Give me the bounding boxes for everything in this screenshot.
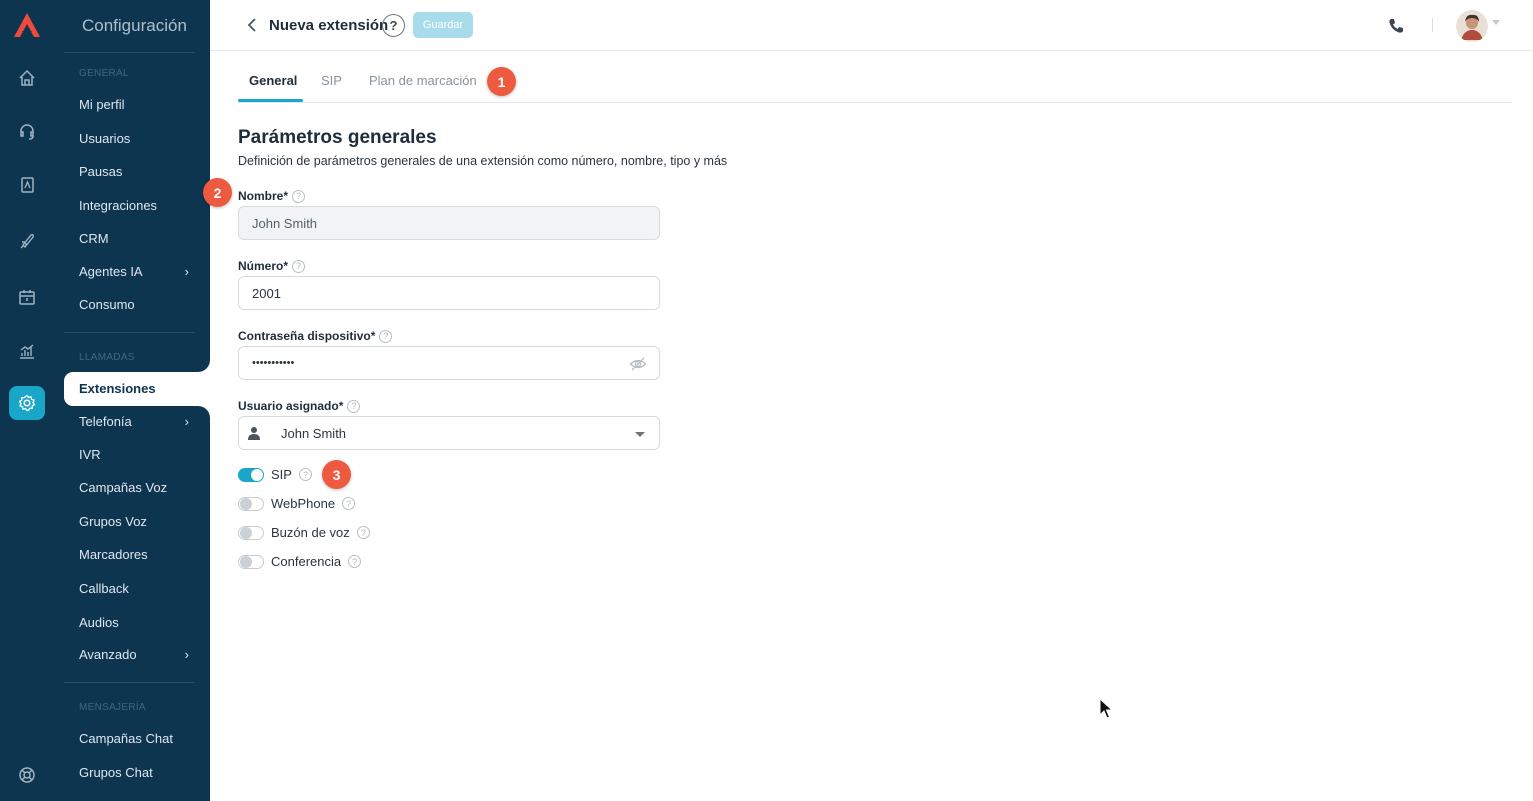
separator	[1432, 18, 1433, 32]
password-field[interactable]: •••••••••••	[238, 346, 660, 380]
user-icon	[247, 426, 261, 440]
support-lifebuoy-icon[interactable]	[9, 758, 45, 792]
nav-item-usuarios[interactable]: Usuarios	[79, 131, 189, 146]
settings-icon[interactable]	[9, 386, 45, 420]
toggle-conferencia[interactable]	[238, 554, 264, 569]
rocket-icon[interactable]	[9, 224, 45, 258]
help-icon[interactable]: ?	[292, 189, 306, 203]
nav-item-telefonia[interactable]: Telefonía ›	[79, 414, 189, 429]
phone-icon[interactable]	[1386, 16, 1406, 36]
help-icon[interactable]: ?	[342, 497, 356, 510]
toggle-conferencia-row: Conferencia ?	[238, 554, 362, 569]
toggle-sip[interactable]	[238, 467, 264, 482]
help-icon[interactable]: ?	[379, 329, 393, 343]
step-badge: 2	[203, 178, 232, 207]
toggle-webphone[interactable]	[238, 496, 264, 511]
avatar[interactable]	[1456, 10, 1488, 42]
back-arrow-icon[interactable]	[244, 16, 262, 34]
tab-active-indicator	[238, 99, 303, 102]
chevron-down-icon[interactable]	[1492, 20, 1500, 25]
nav-item-ivr[interactable]: IVR	[79, 447, 189, 462]
tab-sip[interactable]: SIP	[321, 73, 342, 88]
calendar-icon[interactable]	[9, 280, 45, 314]
nav-item-pausas[interactable]: Pausas	[79, 164, 189, 179]
nav-item-consumo[interactable]: Consumo	[79, 297, 189, 312]
chevron-right-icon: ›	[184, 647, 189, 662]
nav-title: Configuración	[82, 16, 187, 35]
home-icon[interactable]	[9, 61, 45, 95]
chevron-down-icon	[635, 432, 645, 437]
tab-general[interactable]: General	[249, 73, 297, 88]
help-icon[interactable]: ?	[347, 399, 361, 413]
nav-item-campanas-voz[interactable]: Campañas Voz	[79, 480, 189, 495]
nav-item-mi-perfil[interactable]: Mi perfil	[79, 97, 189, 112]
save-button[interactable]: Guardar	[413, 12, 473, 38]
nav-active-notch	[190, 352, 210, 372]
nav-section-mensajeria: MENSAJERÍA	[79, 702, 146, 713]
password-label: Contraseña dispositivo* ?	[238, 329, 393, 343]
nav-section-llamadas: LLAMADAS	[79, 352, 135, 363]
section-title: Parámetros generales	[238, 127, 437, 148]
help-icon[interactable]: ?	[298, 468, 312, 481]
user-label: Usuario asignado* ?	[238, 399, 361, 413]
step-badge: 1	[487, 67, 516, 96]
headset-icon[interactable]	[9, 114, 45, 148]
number-field[interactable]: 2001	[238, 276, 660, 310]
nav-item-integraciones[interactable]: Integraciones	[79, 198, 189, 213]
contacts-book-icon[interactable]	[9, 168, 45, 202]
chevron-right-icon: ›	[184, 264, 189, 279]
nav-item-marcadores[interactable]: Marcadores	[79, 547, 189, 562]
toggle-webphone-row: WebPhone ?	[238, 496, 356, 511]
page-title: Nueva extensión	[269, 17, 389, 34]
help-icon[interactable]: ?	[348, 555, 362, 568]
nav-item-grupos-voz[interactable]: Grupos Voz	[79, 514, 189, 529]
nav-item-avanzado[interactable]: Avanzado ›	[79, 647, 189, 662]
nav-item-crm[interactable]: CRM	[79, 231, 189, 246]
logo-icon[interactable]	[13, 12, 41, 38]
nav-divider	[64, 682, 195, 683]
user-select[interactable]: John Smith	[238, 416, 660, 450]
nav-item-campanas-chat[interactable]: Campañas Chat	[79, 731, 189, 746]
nav-active-notch	[190, 406, 210, 426]
nav-item-extensiones-label: Extensiones	[79, 381, 156, 396]
toggle-sip-row: SIP ?	[238, 467, 312, 482]
icon-rail	[0, 0, 54, 801]
analytics-icon[interactable]	[9, 334, 45, 368]
section-description: Definición de parámetros generales de un…	[238, 154, 728, 168]
name-label: Nombre* ?	[238, 189, 306, 203]
number-label: Número* ?	[238, 259, 306, 273]
nav-item-grupos-chat[interactable]: Grupos Chat	[79, 765, 189, 780]
name-field[interactable]: John Smith	[238, 206, 660, 240]
tab-bar: General SIP Plan de marcación	[238, 66, 1511, 103]
top-bar: Nueva extensión ? Guardar	[210, 0, 1533, 51]
tab-plan-de-marcacion[interactable]: Plan de marcación	[369, 73, 477, 88]
nav-item-agentes-ia[interactable]: Agentes IA ›	[79, 264, 189, 279]
mouse-cursor-icon	[1099, 697, 1115, 720]
toggle-buzon-de-voz[interactable]	[238, 525, 264, 540]
help-icon[interactable]: ?	[356, 526, 370, 539]
chevron-right-icon: ›	[184, 414, 189, 429]
help-icon[interactable]: ?	[292, 259, 306, 273]
nav-divider	[64, 52, 195, 53]
help-icon[interactable]: ?	[382, 14, 405, 37]
nav-item-audios[interactable]: Audios	[79, 615, 189, 630]
toggle-buzon-row: Buzón de voz ?	[238, 525, 370, 540]
nav-item-callback[interactable]: Callback	[79, 581, 189, 596]
nav-section-general: GENERAL	[79, 68, 129, 79]
step-badge: 3	[322, 460, 351, 489]
nav-divider	[64, 332, 195, 333]
eye-off-icon[interactable]	[629, 355, 647, 373]
